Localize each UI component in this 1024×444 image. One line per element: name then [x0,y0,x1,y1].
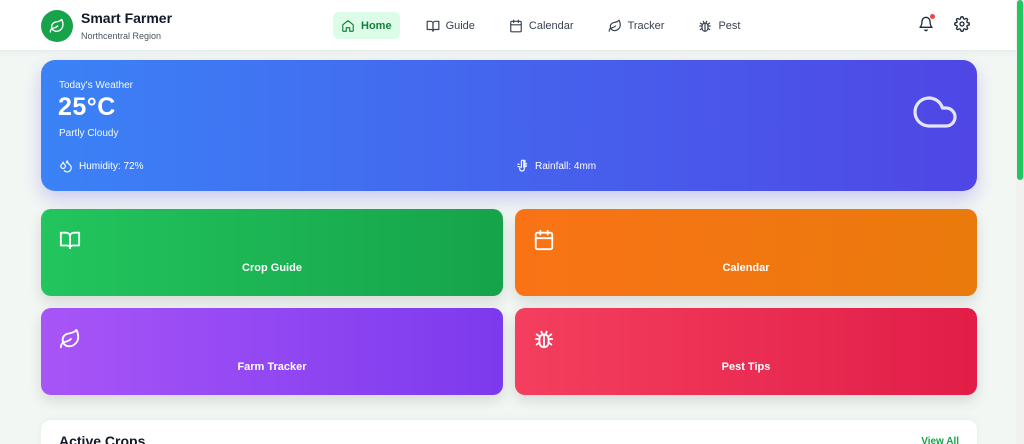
nav-calendar[interactable]: Calendar [501,12,582,39]
book-icon [59,229,81,256]
active-crops-title: Active Crops [59,433,146,444]
notification-button[interactable] [918,14,936,34]
scrollbar-thumb[interactable] [1017,0,1023,180]
nav-guide[interactable]: Guide [418,12,483,39]
bug-icon [699,20,712,32]
nav-pest-label: Pest [718,19,741,32]
app-page: Smart Farmer Northcentral Region Home Gu… [0,0,1024,444]
weather-condition: Partly Cloudy [59,128,119,139]
nav-tracker-label: Tracker [627,19,665,32]
header-actions [918,14,972,34]
nav-guide-label: Guide [445,19,475,32]
calendar-label: Calendar [722,262,770,274]
rainfall-info: Rainfall: 4mm [515,159,596,173]
settings-button[interactable] [954,16,972,34]
calendar-card[interactable]: Calendar [515,209,977,296]
nav-home-label: Home [361,19,392,32]
calendar-icon [533,229,555,256]
thermometer-icon [517,159,528,172]
temperature-value: 25°C [58,93,116,121]
humidity-info: Humidity: 72% [59,159,143,173]
leaf-icon [41,10,73,42]
leaf-icon [608,19,621,32]
home-icon [342,19,354,32]
cloud-icon [911,90,959,135]
pest-tips-label: Pest Tips [721,361,771,373]
droplets-icon [60,160,72,173]
region-subtitle: Northcentral Region [81,31,162,41]
leaf-icon [59,328,81,355]
nav-tracker[interactable]: Tracker [600,12,673,39]
nav-pest[interactable]: Pest [690,12,748,39]
nav-calendar-label: Calendar [528,19,574,32]
farm-tracker-card[interactable]: Farm Tracker [41,308,503,395]
weather-card: Today's Weather 25°C Partly Cloudy Humid… [41,60,977,191]
nav-home[interactable]: Home [333,12,400,39]
gear-icon [954,16,970,32]
rainfall-text: Rainfall: 4mm [535,160,597,172]
farm-tracker-label: Farm Tracker [237,361,307,373]
weather-label: Today's Weather [59,80,133,91]
brand[interactable]: Smart Farmer Northcentral Region [41,10,172,42]
top-header: Smart Farmer Northcentral Region Home Gu… [0,0,1016,51]
crop-guide-card[interactable]: Crop Guide [41,209,503,296]
crop-guide-label: Crop Guide [242,262,302,274]
book-icon [426,20,439,32]
app-title: Smart Farmer [81,10,173,26]
main-nav: Home Guide Calendar Tracker Pest [333,12,748,39]
bug-icon [533,328,555,355]
calendar-icon [510,19,522,32]
active-crops-section: Active Crops View All [41,420,977,444]
unread-dot [930,14,935,19]
humidity-text: Humidity: 72% [79,160,144,172]
scrollbar[interactable] [1016,0,1024,444]
view-all-link[interactable]: View All [921,436,959,444]
pest-tips-card[interactable]: Pest Tips [515,308,977,395]
